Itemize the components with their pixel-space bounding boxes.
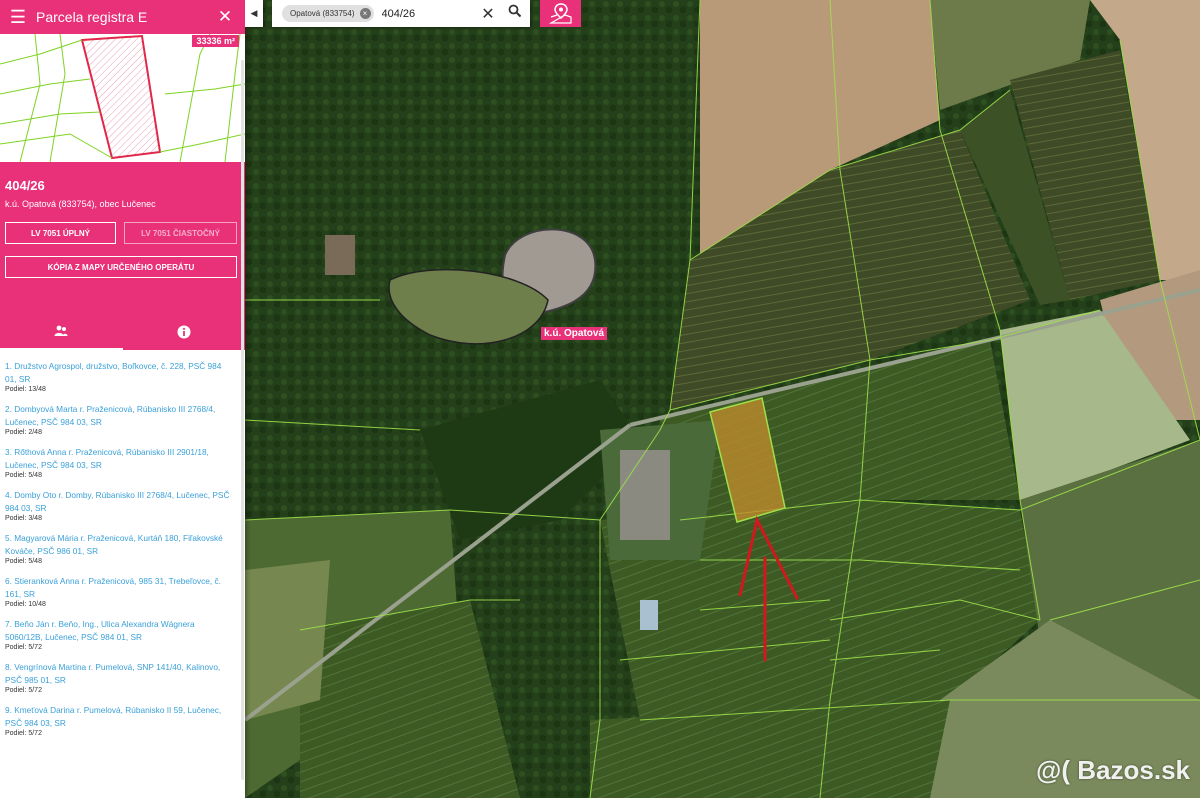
search-bar: Opatová (833754) × ✕ xyxy=(272,0,530,27)
owner-name[interactable]: 3. Rőthová Anna r. Praženicová, Rúbanisk… xyxy=(5,446,233,471)
list-item: 8. Vengrínová Martina r. Pumelová, SNP 1… xyxy=(5,661,233,694)
watermark: @( Bazos.sk xyxy=(1036,755,1190,785)
panel-tabs xyxy=(0,314,245,350)
parcel-panel: ☰ Parcela registra E ✕ 33336 m² 404/26 k xyxy=(0,0,245,798)
owner-share: Podiel: 13/48 xyxy=(5,386,46,393)
owners-list: 1. Družstvo Agrospol, družstvo, Boľkovce… xyxy=(0,360,245,737)
owner-name[interactable]: 8. Vengrínová Martina r. Pumelová, SNP 1… xyxy=(5,661,233,686)
collapse-panel-button[interactable]: ◀ xyxy=(245,0,263,27)
owner-share: Podiel: 2/48 xyxy=(5,429,42,436)
map-copy-button[interactable]: KÓPIA Z MAPY URČENÉHO OPERÁTU xyxy=(5,256,237,278)
owner-share: Podiel: 5/72 xyxy=(5,644,42,651)
owner-name[interactable]: 5. Magyarová Mária r. Praženicová, Kurtá… xyxy=(5,532,233,557)
list-item: 6. Stieranková Anna r. Praženicová, 985 … xyxy=(5,575,233,608)
owner-share: Podiel: 5/72 xyxy=(5,687,42,694)
panel-header: ☰ Parcela registra E ✕ xyxy=(0,0,245,34)
chevron-left-icon: ◀ xyxy=(250,8,258,18)
cadastral-area-chip[interactable]: Opatová (833754) × xyxy=(282,5,374,22)
parcel-number: 404/26 xyxy=(5,178,45,193)
locate-parcel-button[interactable] xyxy=(540,0,581,27)
owner-name[interactable]: 2. Dombyová Marta r. Praženicová, Rúbani… xyxy=(5,403,233,428)
panel-title: Parcela registra E xyxy=(36,9,148,25)
menu-icon[interactable]: ☰ xyxy=(0,7,36,28)
owner-share: Podiel: 5/72 xyxy=(5,730,42,737)
lv-partial-button[interactable]: LV 7051 ČIASTOČNÝ xyxy=(124,222,237,244)
chip-remove-icon[interactable]: × xyxy=(359,8,371,19)
map-pin-icon xyxy=(548,2,572,24)
list-item: 3. Rőthová Anna r. Praženicová, Rúbanisk… xyxy=(5,446,233,479)
cadastral-area-label: k.ú. Opatová xyxy=(541,327,608,340)
list-item: 1. Družstvo Agrospol, družstvo, Boľkovce… xyxy=(5,360,233,393)
owner-name[interactable]: 6. Stieranková Anna r. Praženicová, 985 … xyxy=(5,575,233,600)
search-button[interactable] xyxy=(500,4,530,23)
list-item: 7. Beňo Ján r. Beňo, Ing., Ulica Alexand… xyxy=(5,618,233,651)
parcel-thumbnail: 33336 m² xyxy=(0,34,245,162)
close-icon[interactable]: ✕ xyxy=(205,7,245,27)
info-icon xyxy=(177,325,191,339)
list-item: 9. Kmeťová Darina r. Pumelová, Rúbanisko… xyxy=(5,704,233,737)
owner-share: Podiel: 5/48 xyxy=(5,472,42,479)
search-input[interactable] xyxy=(379,6,472,21)
people-icon xyxy=(54,325,68,336)
parcel-location: k.ú. Opatová (833754), obec Lučenec xyxy=(5,199,156,209)
owner-share: Podiel: 3/48 xyxy=(5,515,42,522)
parcel-info: 404/26 k.ú. Opatová (833754), obec Lučen… xyxy=(0,162,245,314)
tab-info[interactable] xyxy=(123,314,246,350)
chip-label: Opatová (833754) xyxy=(290,9,355,18)
panel-scrollbar[interactable] xyxy=(241,60,244,780)
parcel-thumbnail-map xyxy=(0,34,245,162)
search-icon xyxy=(508,4,522,18)
owner-name[interactable]: 4. Domby Oto r. Domby, Rúbanisko III 276… xyxy=(5,489,233,514)
list-item: 4. Domby Oto r. Domby, Rúbanisko III 276… xyxy=(5,489,233,522)
lv-full-button[interactable]: LV 7051 ÚPLNÝ xyxy=(5,222,116,244)
list-item: 5. Magyarová Mária r. Praženicová, Kurtá… xyxy=(5,532,233,565)
owner-name[interactable]: 1. Družstvo Agrospol, družstvo, Boľkovce… xyxy=(5,360,233,385)
area-badge: 33336 m² xyxy=(192,35,239,47)
owner-name[interactable]: 7. Beňo Ján r. Beňo, Ing., Ulica Alexand… xyxy=(5,618,233,643)
clear-search-icon[interactable]: ✕ xyxy=(476,4,500,24)
owner-share: Podiel: 10/48 xyxy=(5,601,46,608)
tab-owners[interactable] xyxy=(0,314,123,350)
list-item: 2. Dombyová Marta r. Praženicová, Rúbani… xyxy=(5,403,233,436)
owner-share: Podiel: 5/48 xyxy=(5,558,42,565)
owner-name[interactable]: 9. Kmeťová Darina r. Pumelová, Rúbanisko… xyxy=(5,704,233,729)
